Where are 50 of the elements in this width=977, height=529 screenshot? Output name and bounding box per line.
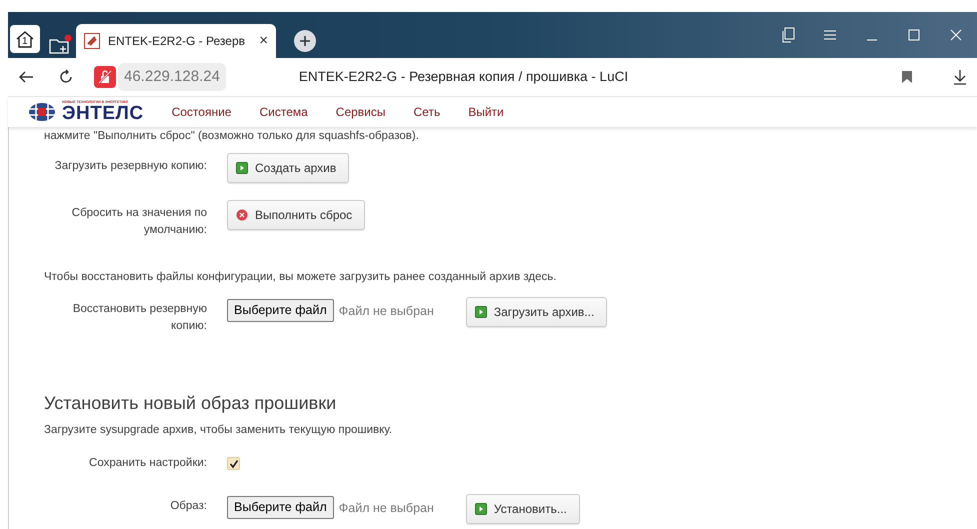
field-label: Сохранить настройки: <box>88 456 208 472</box>
apply-icon <box>474 503 487 516</box>
new-tab-button[interactable] <box>294 30 316 52</box>
file-choose-button[interactable]: Выберите файл <box>227 299 334 322</box>
tabs-icon[interactable] <box>780 27 796 43</box>
action-button[interactable]: Создать архив <box>227 153 350 183</box>
keep-settings-checkbox[interactable] <box>227 457 240 470</box>
close-icon[interactable] <box>948 27 964 43</box>
section-heading: Установить новый образ прошивки <box>44 393 338 415</box>
bookmark-icon[interactable] <box>901 70 913 84</box>
reload-icon[interactable] <box>58 69 74 85</box>
menu-link[interactable]: Система <box>259 103 308 121</box>
tab-counter: 1 <box>22 35 28 49</box>
field-label: Загрузить резервную копию: <box>54 159 208 174</box>
menu-link[interactable]: Выйти <box>468 103 504 121</box>
field-label: Восстановить резервную копию: <box>72 302 208 334</box>
help-text: Чтобы восстановить файлы конфигурации, вы можете загрузить ранее созданный архив здесь. <box>44 270 558 285</box>
action-button[interactable]: Установить... <box>466 494 580 524</box>
menu-link[interactable]: Сеть <box>414 103 440 121</box>
file-choose-button[interactable]: Выберите файл <box>227 496 334 519</box>
help-text: Загрузите sysupgrade архив, чтобы заменить текущую прошивку. <box>44 422 394 438</box>
back-icon[interactable] <box>18 69 34 85</box>
field-label: Образ: <box>169 499 208 514</box>
reset-icon <box>236 209 248 221</box>
help-text: нажмите "Выполнить сброс" (возможно только для squashfs-образов). <box>44 129 420 144</box>
folder-plus-icon <box>48 34 72 56</box>
plus-icon <box>299 35 311 47</box>
logo-text: ЭНТЕЛС <box>62 104 144 124</box>
site-favicon-icon <box>84 33 100 49</box>
home-icon <box>15 30 35 48</box>
tab-title: ENTEK-E2R2-G - Резерв <box>108 33 245 50</box>
apply-icon <box>474 306 487 318</box>
field-label: Сбросить на значения по умолчанию: <box>70 206 208 238</box>
download-icon[interactable] <box>953 69 967 85</box>
menu-link[interactable]: Состояние <box>172 103 232 121</box>
menu-link[interactable]: Сервисы <box>336 103 386 121</box>
tab-close-button[interactable]: × <box>259 30 268 52</box>
globe-logo-icon <box>28 102 56 122</box>
file-status: Файл не выбран <box>338 303 434 320</box>
address-field[interactable]: 46.229.128.24 <box>118 62 226 92</box>
apply-icon <box>236 162 248 174</box>
file-status: Файл не выбран <box>338 500 434 518</box>
action-button[interactable]: Загрузить архив... <box>466 297 608 328</box>
insecure-connection-icon[interactable] <box>94 66 116 88</box>
new-tab-group-button[interactable] <box>48 34 72 56</box>
home-tab-button[interactable]: 1 <box>10 25 40 53</box>
browser-tab[interactable]: ENTEK-E2R2-G - Резерв × <box>76 24 276 58</box>
maximize-icon[interactable] <box>906 27 922 43</box>
action-button[interactable]: Выполнить сброс <box>227 200 366 230</box>
page-title: ENTEK-E2R2-G - Резервная копия / прошивка - LuCI <box>298 68 630 86</box>
